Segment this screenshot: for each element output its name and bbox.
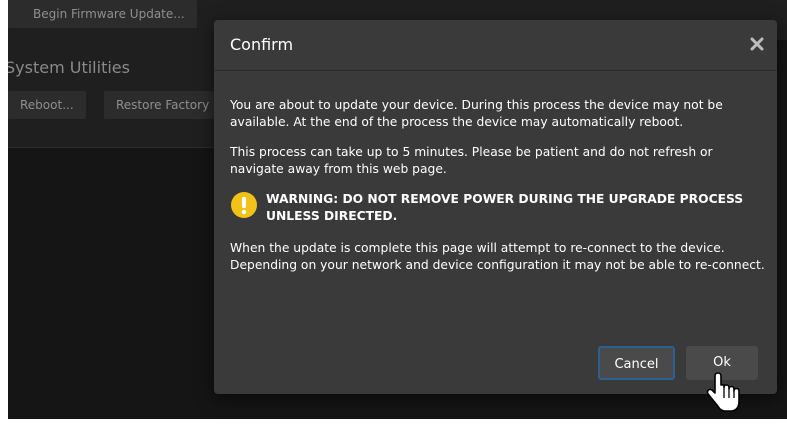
update-info-text: You are about to update your device. Dur… [230, 98, 723, 129]
dialog-title: Confirm [230, 35, 294, 54]
warning-icon [231, 192, 257, 218]
reconnect-info-text: When the update is complete this page wi… [230, 241, 765, 272]
confirm-dialog: Confirm You are about to update your dev… [214, 20, 777, 394]
cancel-button[interactable]: Cancel [598, 346, 675, 380]
restore-factory-button[interactable]: Restore Factory [104, 91, 214, 119]
dialog-body: You are about to update your device. Dur… [230, 97, 765, 287]
duration-info-text: This process can take up to 5 minutes. P… [230, 145, 713, 176]
system-utilities-heading: System Utilities [8, 58, 130, 77]
warning-block: WARNING: DO NOT REMOVE POWER DURING THE … [230, 191, 765, 225]
warning-text: WARNING: DO NOT REMOVE POWER DURING THE … [266, 192, 744, 223]
dialog-header: Confirm [214, 20, 777, 71]
begin-firmware-update-button[interactable]: Begin Firmware Update... [8, 0, 197, 28]
reboot-button[interactable]: Reboot... [8, 91, 86, 119]
hand-pointer-cursor-icon [706, 372, 740, 412]
close-icon[interactable] [749, 36, 765, 52]
